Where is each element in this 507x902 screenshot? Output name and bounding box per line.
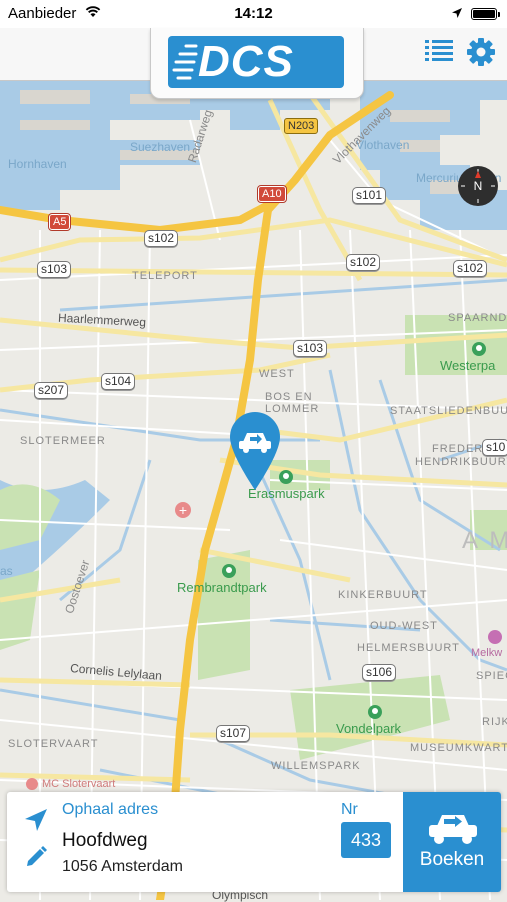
- highway-shield-a5: A5: [47, 213, 72, 231]
- map-label-rembrandtpark: Rembrandtpark: [177, 580, 267, 595]
- hospital-small-icon: [26, 778, 38, 790]
- map-label-spaarnda: SPAARNDA: [448, 312, 507, 324]
- status-bar: Aanbieder 14:12: [0, 0, 507, 28]
- booking-card: Ophaal adres Hoofdweg 1056 Amsterdam Nr …: [7, 792, 501, 892]
- road-shield-s102-east: s102: [453, 260, 488, 277]
- map-label-vondelpark: Vondelpark: [336, 721, 402, 736]
- road-shield-s10: s10: [482, 439, 507, 456]
- road-shield-s103-west: s103: [37, 261, 72, 278]
- road-shield-s106: s106: [362, 664, 397, 681]
- compass-icon[interactable]: N: [457, 165, 499, 212]
- house-number-field[interactable]: 433: [341, 822, 391, 858]
- road-shield-s207: s207: [34, 382, 69, 399]
- road-shield-s102-center: s102: [346, 254, 381, 271]
- map-label-kinkerbuurt: KINKERBUURT: [338, 589, 428, 601]
- map-label-melkweg: Melkw: [471, 647, 503, 659]
- map-label-amsterdam: A M: [462, 527, 507, 554]
- pickup-city[interactable]: 1056 Amsterdam: [62, 858, 183, 876]
- park-marker-rembrandtpark: [222, 564, 236, 578]
- national-road-shield-n203: N203: [284, 118, 319, 134]
- location-arrow-icon: [451, 6, 463, 23]
- map-label-water-as: as: [0, 564, 13, 578]
- highway-shield-a10: A10: [257, 185, 287, 203]
- map-label-slotermeer: SLOTERMEER: [20, 435, 106, 447]
- book-button[interactable]: Boeken: [403, 792, 501, 892]
- map-label-staatsliedenbuurt: STAATSLIEDENBUURT: [390, 405, 507, 417]
- map-label-spieg: SPIEG: [476, 670, 507, 682]
- map-label-willemspark: WILLEMSPARK: [271, 760, 361, 772]
- road-shield-s103-east: s103: [293, 340, 328, 357]
- logo-tab: DCS: [150, 28, 364, 99]
- map-label-westerpark: Westerpa: [440, 358, 496, 373]
- map-label-oud-west: OUD-WEST: [370, 620, 438, 632]
- dcs-logo: DCS: [168, 36, 344, 88]
- gear-icon[interactable]: [466, 37, 496, 72]
- hospital-icon: +: [175, 502, 191, 518]
- taxi-car-icon: [427, 812, 479, 851]
- logo-text: DCS: [198, 37, 294, 86]
- book-button-label: Boeken: [419, 849, 485, 870]
- house-number-label: Nr: [341, 801, 358, 818]
- pencil-icon[interactable]: [25, 846, 47, 873]
- location-pin-icon[interactable]: [228, 410, 282, 497]
- pickup-address-label: Ophaal adres: [62, 801, 159, 818]
- road-shield-s107: s107: [216, 725, 251, 742]
- map-view[interactable]: Hornhaven Suezhaven Vlothaven Mercuriush…: [0, 80, 507, 902]
- map-label-helmersbuurt: HELMERSBUURT: [357, 642, 460, 654]
- map-label-mc-slotervaart: MC Slotervaart: [42, 778, 116, 790]
- navigation-arrow-icon: [24, 808, 48, 837]
- status-time: 14:12: [234, 5, 273, 22]
- park-marker-westerpark: [472, 342, 486, 356]
- map-label-slotervaart: SLOTERVAART: [8, 738, 99, 750]
- road-shield-s101: s101: [352, 187, 387, 204]
- battery-icon: [471, 8, 500, 20]
- map-label-rijks: RIJKS: [482, 716, 507, 728]
- map-label-teleport: TELEPORT: [132, 270, 198, 282]
- map-label-west: WEST: [259, 368, 295, 380]
- road-shield-s104: s104: [101, 373, 136, 390]
- map-label-hornhaven: Hornhaven: [8, 157, 67, 171]
- map-label-hendrikbuurt: HENDRIKBUURT: [415, 456, 507, 468]
- park-marker-vondelpark: [368, 705, 382, 719]
- road-shield-s102-west: s102: [144, 230, 179, 247]
- list-icon[interactable]: [424, 38, 454, 69]
- compass-letter: N: [473, 179, 483, 193]
- map-label-suezhaven: Suezhaven: [130, 140, 191, 154]
- map-label-museumkwart: MUSEUMKWART: [410, 742, 507, 754]
- pickup-street[interactable]: Hoofdweg: [62, 830, 148, 852]
- music-venue-icon: [488, 630, 502, 644]
